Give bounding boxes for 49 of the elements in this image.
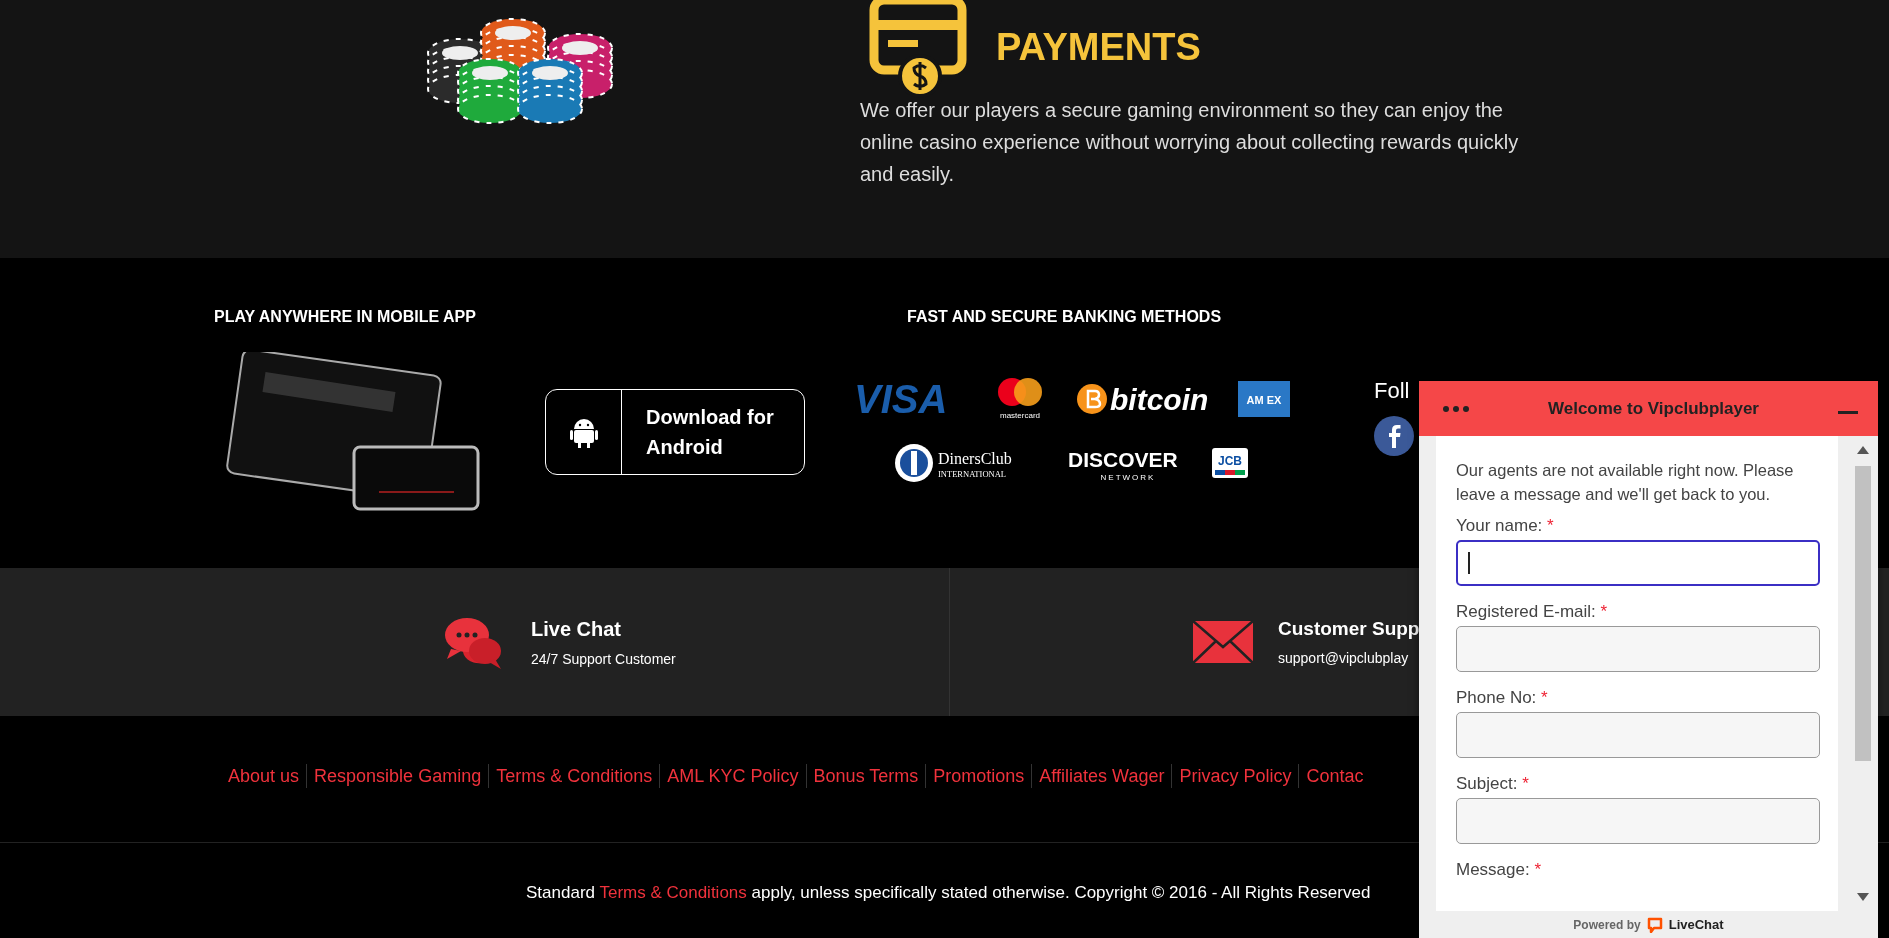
- powered-by-text: Powered by: [1573, 917, 1641, 932]
- chat-notice: Our agents are not available right now. Please leave a message and we'll get back to you.: [1456, 460, 1795, 505]
- terms-link[interactable]: Terms & Conditions: [599, 883, 747, 902]
- scroll-up-icon: [1857, 446, 1869, 454]
- payment-logo: bitcoin: [1076, 379, 1218, 419]
- footer-link[interactable]: Bonus Terms: [805, 764, 926, 788]
- menu-icon[interactable]: [1443, 405, 1469, 412]
- footer-link[interactable]: Affiliates Wager: [1031, 764, 1172, 788]
- payment-logo: mastercard: [992, 376, 1048, 422]
- field-label: Your name: *: [1456, 516, 1555, 536]
- input-field[interactable]: [1456, 540, 1820, 586]
- scroll-down-icon: [1857, 893, 1869, 901]
- field-label: Message: *: [1456, 860, 1543, 880]
- input-field[interactable]: [1456, 626, 1820, 672]
- payment-logo: VISA: [854, 379, 964, 419]
- text-cursor: [1468, 552, 1470, 574]
- support-text: support@vipclubplay: [1278, 650, 1410, 666]
- social-icon: [1374, 416, 1414, 456]
- feature-text: We offer our players a secure gaming environment so they can enjoy the online casino experience without worrying about collecting rewards quickly and easily.: [860, 98, 1520, 187]
- input-field[interactable]: [1456, 712, 1820, 758]
- footer-link[interactable]: AML KYC Policy: [659, 764, 806, 788]
- speech-bubble-icon: [1646, 916, 1663, 933]
- copyright-text: Standard Terms & Conditions apply, unless specifically stated otherwise. Copyright © 2016 - All Rights Reserved: [526, 883, 1371, 903]
- payment-logo: DISCOVER NETWORK: [1068, 443, 1190, 483]
- chat-title: Welcome to Vipclubplayer: [1547, 398, 1760, 419]
- footer-link[interactable]: Contac: [1298, 764, 1371, 788]
- section-heading: FAST AND SECURE BANKING METHODS: [907, 308, 1222, 326]
- follow-label: Foll: [1374, 378, 1411, 404]
- scroll-thumb[interactable]: [1855, 466, 1871, 761]
- support-title: Live Chat: [531, 617, 623, 641]
- field-label: Registered E-mail: *: [1456, 602, 1609, 622]
- input-field[interactable]: [1456, 798, 1820, 844]
- field-label: Subject: *: [1456, 774, 1530, 794]
- footer-link[interactable]: Promotions: [925, 764, 1032, 788]
- payment-logo: JCB: [1212, 448, 1248, 478]
- footer-link[interactable]: Terms & Conditions: [488, 764, 660, 788]
- android-icon: [569, 416, 598, 448]
- section-heading: PLAY ANYWHERE IN MOBILE APP: [214, 308, 476, 326]
- support-text: 24/7 Support Customer: [531, 650, 676, 667]
- feature-heading: PAYMENTS: [996, 25, 1201, 70]
- payment-logo: DinersClub INTERNATIONAL: [894, 442, 1028, 484]
- footer-link[interactable]: Privacy Policy: [1171, 764, 1299, 788]
- field-label: Phone No: *: [1456, 688, 1549, 708]
- support-title: Customer Supp: [1278, 618, 1420, 640]
- footer-link[interactable]: Responsible Gaming: [306, 764, 489, 788]
- payment-logo: AM EX: [1238, 381, 1290, 417]
- footer-link[interactable]: About us: [228, 764, 307, 788]
- download-button[interactable]: Download for Android: [545, 389, 805, 475]
- brand-name: LiveChat: [1668, 917, 1724, 932]
